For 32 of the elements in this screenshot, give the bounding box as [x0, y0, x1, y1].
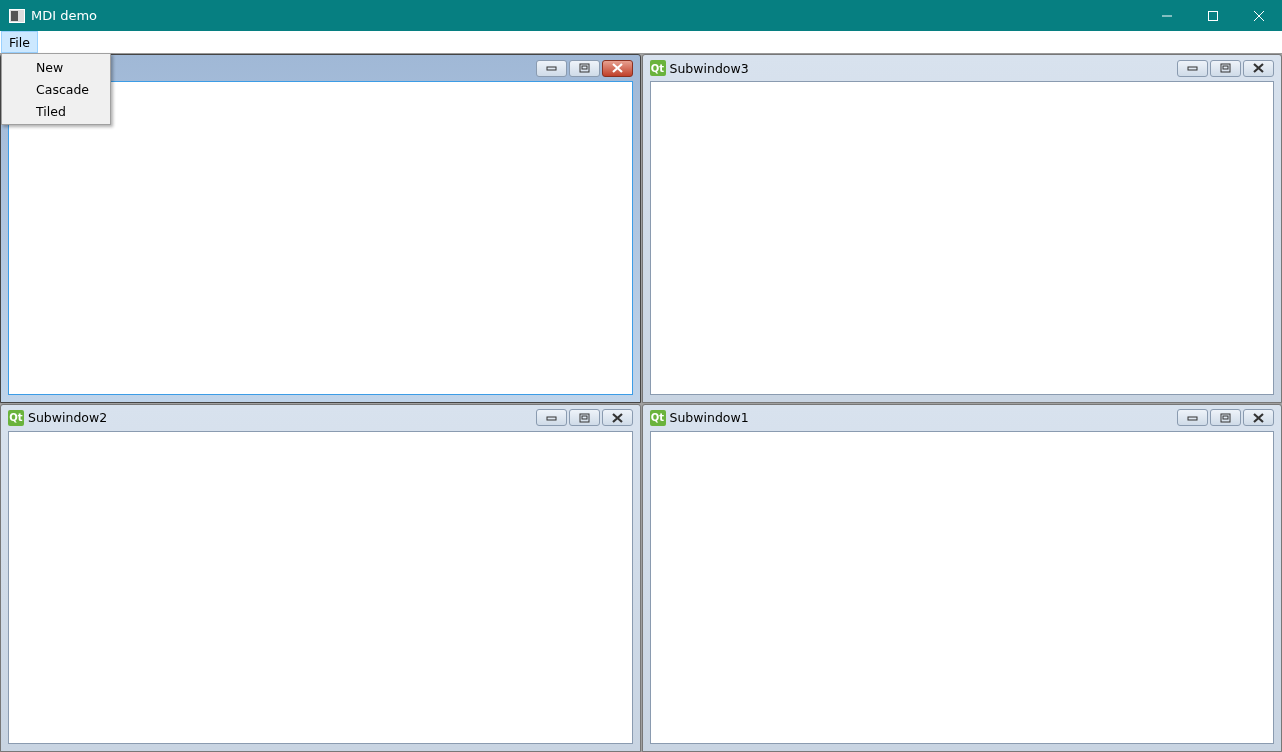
menu-option[interactable]: New — [2, 56, 110, 78]
restore-icon — [1220, 63, 1231, 73]
logo-icon: Qt — [649, 409, 666, 426]
close-icon — [1253, 9, 1265, 22]
close-icon — [611, 63, 623, 73]
close-icon — [611, 412, 623, 423]
minimize-icon — [1187, 63, 1198, 73]
close-button[interactable] — [1243, 409, 1274, 426]
close-icon — [1253, 412, 1264, 423]
subwindow-title: Subwindow2 — [28, 410, 109, 425]
minimize-button[interactable] — [1177, 59, 1208, 77]
minimize-button[interactable] — [535, 59, 567, 77]
minimize-icon — [545, 63, 557, 73]
close-icon — [1253, 63, 1264, 73]
menu-option[interactable]: Tiled — [2, 100, 110, 122]
menu-option[interactable]: Cascade — [2, 78, 110, 100]
app-icon — [9, 8, 25, 23]
maximize-icon — [1207, 9, 1219, 22]
logo-icon: Qt — [8, 409, 24, 426]
window-title: MDI demo — [31, 8, 99, 23]
minimize-button[interactable] — [1177, 409, 1208, 426]
close-button[interactable] — [601, 59, 633, 77]
subwindow-title: Subwindow3 — [669, 60, 750, 76]
close-button[interactable] — [1243, 59, 1274, 77]
close-button[interactable] — [601, 409, 633, 426]
subwindow-title: Subwindow1 — [669, 410, 750, 425]
restore-icon — [578, 63, 590, 73]
minimize-button[interactable] — [535, 409, 567, 426]
logo-icon: Qt — [649, 60, 666, 76]
menu-item[interactable]: File — [1, 31, 38, 53]
restore-icon — [578, 412, 590, 423]
restore-icon — [1220, 412, 1231, 423]
